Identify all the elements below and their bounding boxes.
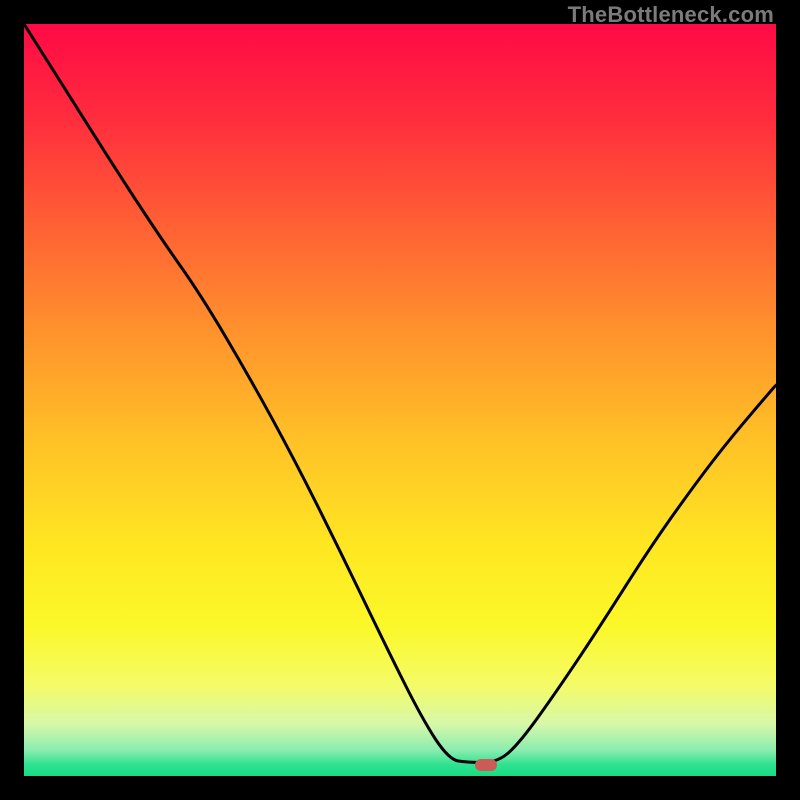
bottleneck-curve (24, 24, 776, 776)
watermark-text: TheBottleneck.com (568, 2, 774, 28)
plot-area (24, 24, 776, 776)
optimum-marker (475, 759, 497, 771)
chart-container: TheBottleneck.com (0, 0, 800, 800)
